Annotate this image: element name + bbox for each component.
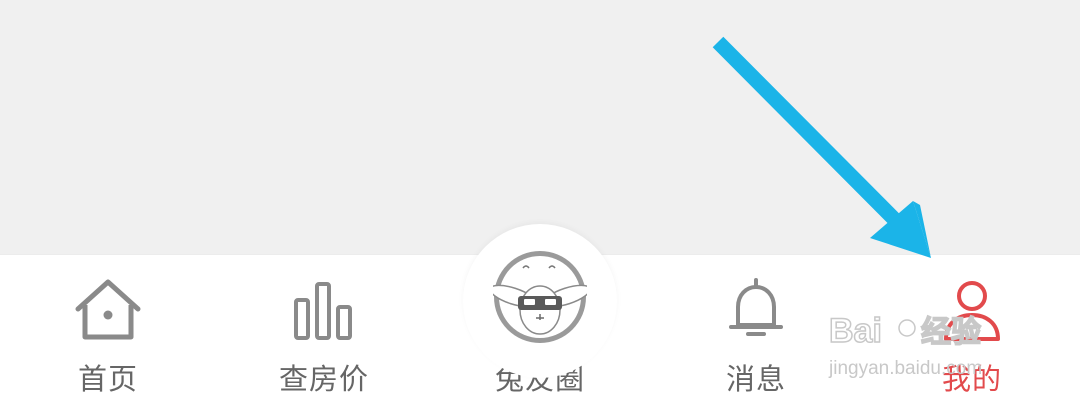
svg-text:经验: 经验 [921, 315, 981, 349]
baidu-jingyan-watermark: Bai 经验 jingyan.baidu.com [828, 311, 982, 379]
pointer-arrow [712, 36, 931, 258]
tab-messages-label: 消息 [725, 362, 786, 396]
svg-text:Bai: Bai [829, 312, 882, 350]
home-icon [75, 279, 141, 340]
tab-check-price[interactable]: 查房价 [244, 255, 404, 408]
bell-icon [729, 278, 783, 336]
tab-check-price-label: 查房价 [278, 362, 369, 396]
watermark-url: jingyan.baidu.com [828, 358, 982, 379]
bar-chart-icon [294, 282, 352, 340]
rabbit-avatar-icon[interactable] [493, 250, 587, 344]
tab-messages[interactable]: 消息 [676, 255, 836, 408]
tab-home[interactable]: 首页 [28, 255, 188, 408]
tab-home-label: 首页 [77, 362, 138, 396]
